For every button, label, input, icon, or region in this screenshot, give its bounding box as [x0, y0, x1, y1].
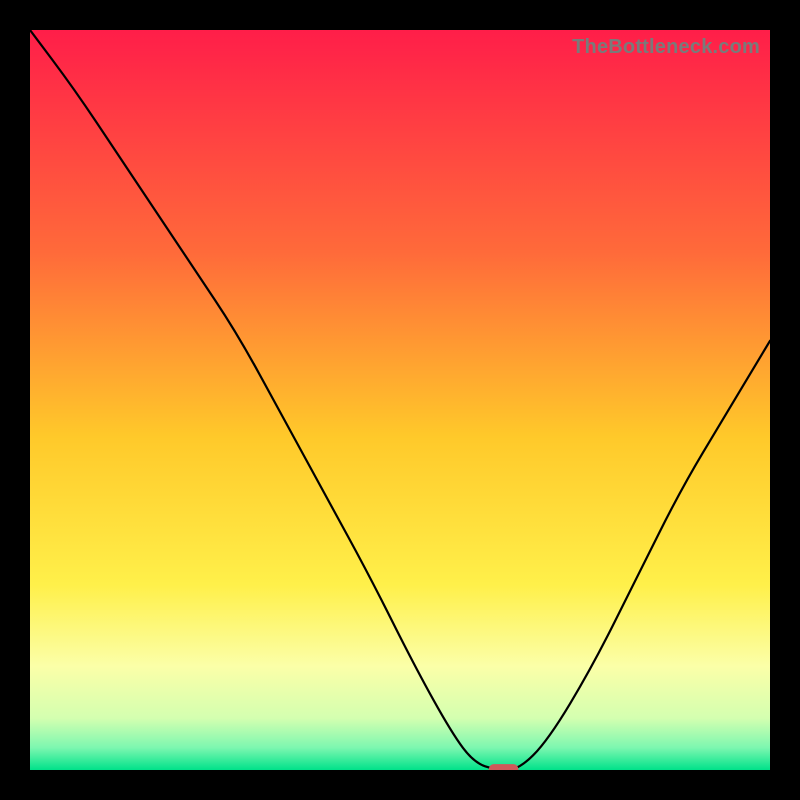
bottleneck-chart [30, 30, 770, 770]
chart-frame: TheBottleneck.com [30, 30, 770, 770]
bottleneck-marker [489, 764, 519, 770]
gradient-background [30, 30, 770, 770]
watermark-text: TheBottleneck.com [572, 36, 760, 59]
